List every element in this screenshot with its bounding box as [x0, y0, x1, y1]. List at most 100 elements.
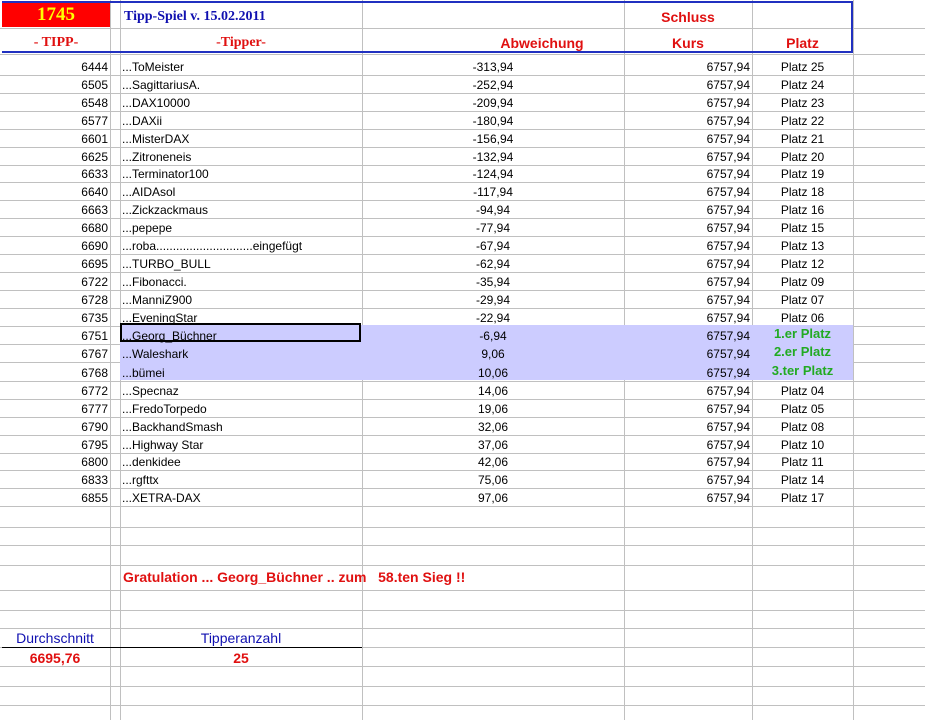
tipper-name[interactable]: ...MisterDAX: [122, 130, 360, 148]
abweichung-value[interactable]: -252,94: [362, 76, 624, 94]
tipper-name[interactable]: ...DAXii: [122, 112, 360, 130]
tipper-name[interactable]: ...ToMeister: [122, 58, 360, 76]
tipper-name[interactable]: ...SagittariusA.: [122, 76, 360, 94]
platz-value[interactable]: Platz 14: [752, 471, 853, 489]
tipp-value[interactable]: 6751: [0, 327, 108, 345]
kurs-value[interactable]: 6757,94: [624, 436, 750, 454]
abweichung-value[interactable]: -62,94: [362, 255, 624, 273]
abweichung-value[interactable]: -22,94: [362, 309, 624, 327]
kurs-value[interactable]: 6757,94: [624, 255, 750, 273]
abweichung-value[interactable]: 32,06: [362, 418, 624, 436]
kurs-value[interactable]: 6757,94: [624, 489, 750, 507]
tipper-name[interactable]: ...Zitroneneis: [122, 148, 360, 166]
platz-value[interactable]: Platz 20: [752, 148, 853, 166]
kurs-value[interactable]: 6757,94: [624, 94, 750, 112]
platz-value[interactable]: Platz 24: [752, 76, 853, 94]
platz-value[interactable]: Platz 16: [752, 201, 853, 219]
kurs-value[interactable]: 6757,94: [624, 291, 750, 309]
platz-value[interactable]: 2.er Platz: [752, 343, 853, 361]
tipper-name[interactable]: ...Specnaz: [122, 382, 360, 400]
tipper-name[interactable]: ...Zickzackmaus: [122, 201, 360, 219]
platz-value[interactable]: 3.ter Platz: [752, 362, 853, 380]
kurs-value[interactable]: 6757,94: [624, 309, 750, 327]
tipper-name[interactable]: ...ManniZ900: [122, 291, 360, 309]
kurs-value[interactable]: 6757,94: [624, 400, 750, 418]
abweichung-value[interactable]: -156,94: [362, 130, 624, 148]
tipper-name[interactable]: ...Fibonacci.: [122, 273, 360, 291]
tipper-name[interactable]: ...Terminator100: [122, 165, 360, 183]
tipp-value[interactable]: 6795: [0, 436, 108, 454]
abweichung-value[interactable]: -124,94: [362, 165, 624, 183]
platz-value[interactable]: Platz 25: [752, 58, 853, 76]
abweichung-value[interactable]: -29,94: [362, 291, 624, 309]
abweichung-value[interactable]: -94,94: [362, 201, 624, 219]
tipper-name[interactable]: ...AIDAsol: [122, 183, 360, 201]
kurs-value[interactable]: 6757,94: [624, 112, 750, 130]
platz-value[interactable]: Platz 05: [752, 400, 853, 418]
tipper-name[interactable]: ...pepepe: [122, 219, 360, 237]
kurs-value[interactable]: 6757,94: [624, 453, 750, 471]
platz-value[interactable]: Platz 10: [752, 436, 853, 454]
platz-value[interactable]: Platz 18: [752, 183, 853, 201]
platz-value[interactable]: Platz 04: [752, 382, 853, 400]
abweichung-value[interactable]: -6,94: [362, 327, 624, 345]
tipp-value[interactable]: 6735: [0, 309, 108, 327]
tipp-value[interactable]: 6855: [0, 489, 108, 507]
tipp-value[interactable]: 6633: [0, 165, 108, 183]
tipp-value[interactable]: 6728: [0, 291, 108, 309]
abweichung-value[interactable]: -132,94: [362, 148, 624, 166]
selected-cell[interactable]: [120, 323, 361, 342]
tipp-value[interactable]: 6768: [0, 364, 108, 382]
tipp-value[interactable]: 6601: [0, 130, 108, 148]
platz-value[interactable]: Platz 07: [752, 291, 853, 309]
tipp-value[interactable]: 6640: [0, 183, 108, 201]
abweichung-value[interactable]: 97,06: [362, 489, 624, 507]
kurs-value[interactable]: 6757,94: [624, 183, 750, 201]
platz-value[interactable]: Platz 21: [752, 130, 853, 148]
kurs-value[interactable]: 6757,94: [624, 418, 750, 436]
abweichung-value[interactable]: 9,06: [362, 345, 624, 363]
abweichung-value[interactable]: 14,06: [362, 382, 624, 400]
abweichung-value[interactable]: -67,94: [362, 237, 624, 255]
tipp-value[interactable]: 6722: [0, 273, 108, 291]
kurs-value[interactable]: 6757,94: [624, 219, 750, 237]
tipp-value[interactable]: 6695: [0, 255, 108, 273]
platz-value[interactable]: Platz 22: [752, 112, 853, 130]
kurs-value[interactable]: 6757,94: [624, 201, 750, 219]
tipp-value[interactable]: 6548: [0, 94, 108, 112]
tipp-value[interactable]: 6800: [0, 453, 108, 471]
platz-value[interactable]: Platz 06: [752, 309, 853, 327]
tipper-name[interactable]: ...BackhandSmash: [122, 418, 360, 436]
platz-value[interactable]: Platz 23: [752, 94, 853, 112]
platz-value[interactable]: Platz 13: [752, 237, 853, 255]
tipp-value[interactable]: 6790: [0, 418, 108, 436]
tipper-name[interactable]: ...bümei: [122, 364, 360, 382]
tipp-value[interactable]: 6767: [0, 345, 108, 363]
tipp-value[interactable]: 6772: [0, 382, 108, 400]
tipper-name[interactable]: ...denkidee: [122, 453, 360, 471]
tipper-name[interactable]: ...FredoTorpedo: [122, 400, 360, 418]
kurs-value[interactable]: 6757,94: [624, 327, 750, 345]
abweichung-value[interactable]: -117,94: [362, 183, 624, 201]
kurs-value[interactable]: 6757,94: [624, 364, 750, 382]
abweichung-value[interactable]: 37,06: [362, 436, 624, 454]
kurs-value[interactable]: 6757,94: [624, 471, 750, 489]
kurs-value[interactable]: 6757,94: [624, 148, 750, 166]
abweichung-value[interactable]: -77,94: [362, 219, 624, 237]
platz-value[interactable]: 1.er Platz: [752, 325, 853, 343]
tipp-value[interactable]: 6505: [0, 76, 108, 94]
platz-value[interactable]: Platz 19: [752, 165, 853, 183]
kurs-value[interactable]: 6757,94: [624, 345, 750, 363]
abweichung-value[interactable]: -313,94: [362, 58, 624, 76]
kurs-value[interactable]: 6757,94: [624, 273, 750, 291]
abweichung-value[interactable]: 10,06: [362, 364, 624, 382]
tipp-value[interactable]: 6444: [0, 58, 108, 76]
platz-value[interactable]: Platz 15: [752, 219, 853, 237]
kurs-value[interactable]: 6757,94: [624, 382, 750, 400]
abweichung-value[interactable]: -209,94: [362, 94, 624, 112]
abweichung-value[interactable]: 19,06: [362, 400, 624, 418]
platz-value[interactable]: Platz 08: [752, 418, 853, 436]
tipp-value[interactable]: 6777: [0, 400, 108, 418]
abweichung-value[interactable]: -35,94: [362, 273, 624, 291]
abweichung-value[interactable]: 75,06: [362, 471, 624, 489]
